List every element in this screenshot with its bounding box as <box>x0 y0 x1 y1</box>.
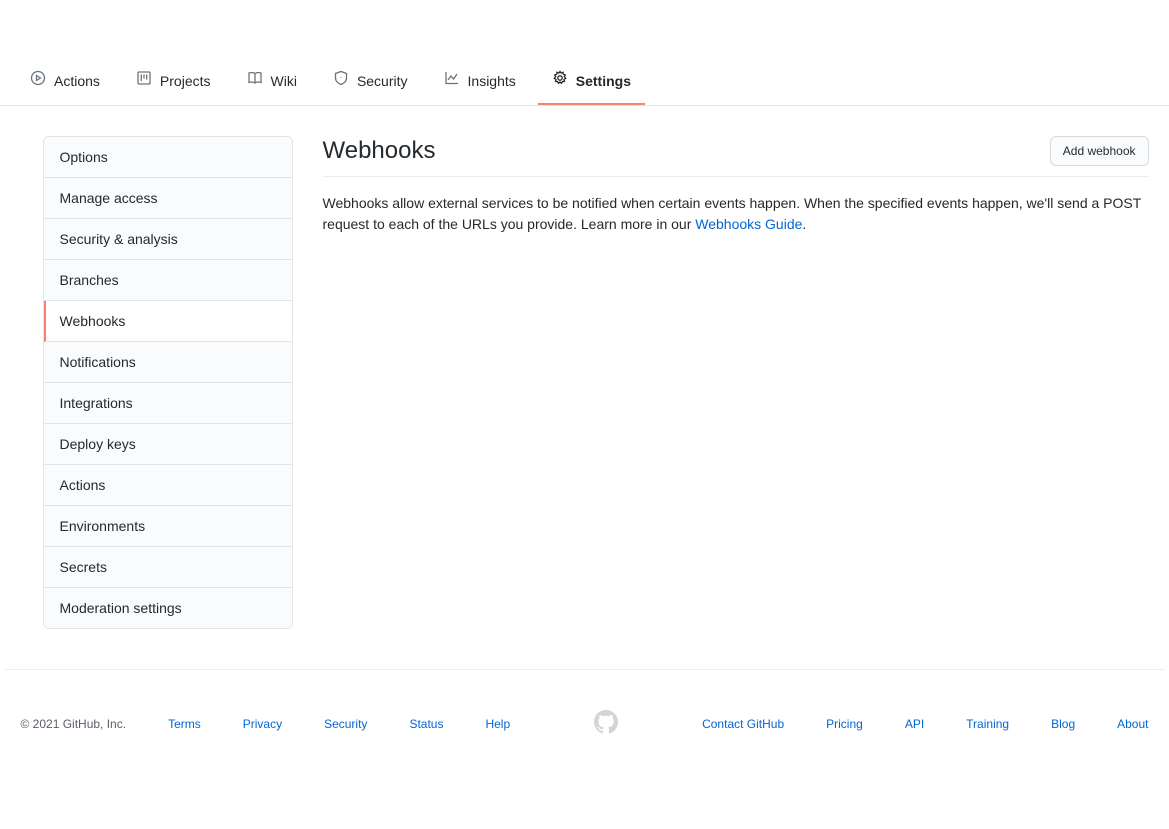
footer-link-about[interactable]: About <box>1117 717 1148 731</box>
description-suffix: . <box>802 216 806 232</box>
sidebar-item-security-analysis[interactable]: Security & analysis <box>44 219 292 260</box>
footer-link-status[interactable]: Status <box>409 717 443 731</box>
footer-link-terms[interactable]: Terms <box>168 717 201 731</box>
main-layout: Options Manage access Security & analysi… <box>5 106 1165 629</box>
kanban-icon <box>136 70 152 91</box>
tab-insights[interactable]: Insights <box>430 60 530 105</box>
book-icon <box>247 70 263 91</box>
sidebar-item-label: Secrets <box>60 559 107 575</box>
webhooks-description: Webhooks allow external services to be n… <box>323 193 1149 235</box>
sidebar-item-label: Deploy keys <box>60 436 136 452</box>
graph-icon <box>444 70 460 91</box>
sidebar-item-actions[interactable]: Actions <box>44 465 292 506</box>
sidebar-item-manage-access[interactable]: Manage access <box>44 178 292 219</box>
sidebar-item-options[interactable]: Options <box>44 137 292 178</box>
tab-label: Insights <box>468 71 516 91</box>
sidebar-item-label: Manage access <box>60 190 158 206</box>
footer-right: Contact GitHub Pricing API Training Blog… <box>702 717 1148 731</box>
repo-tab-nav: Actions Projects Wiki Security Insights … <box>0 60 1169 106</box>
sidebar-item-label: Security & analysis <box>60 231 178 247</box>
tab-label: Security <box>357 71 408 91</box>
site-footer: © 2021 GitHub, Inc. Terms Privacy Securi… <box>5 669 1165 787</box>
tab-label: Projects <box>160 71 211 91</box>
copyright-text: © 2021 GitHub, Inc. <box>21 717 127 731</box>
content-header: Webhooks Add webhook <box>323 136 1149 177</box>
sidebar-item-environments[interactable]: Environments <box>44 506 292 547</box>
gear-icon <box>552 70 568 91</box>
sidebar-item-label: Branches <box>60 272 119 288</box>
sidebar-item-label: Options <box>60 149 108 165</box>
sidebar-item-moderation[interactable]: Moderation settings <box>44 588 292 628</box>
sidebar-item-deploy-keys[interactable]: Deploy keys <box>44 424 292 465</box>
sidebar-item-label: Moderation settings <box>60 600 182 616</box>
footer-link-security[interactable]: Security <box>324 717 367 731</box>
footer-link-blog[interactable]: Blog <box>1051 717 1075 731</box>
footer-link-help[interactable]: Help <box>485 717 510 731</box>
play-icon <box>30 70 46 91</box>
sidebar-item-branches[interactable]: Branches <box>44 260 292 301</box>
sidebar-item-label: Webhooks <box>60 313 126 329</box>
footer-link-privacy[interactable]: Privacy <box>243 717 282 731</box>
tab-actions[interactable]: Actions <box>16 60 114 105</box>
sidebar-item-label: Environments <box>60 518 146 534</box>
add-webhook-button[interactable]: Add webhook <box>1050 136 1149 166</box>
sidebar-item-notifications[interactable]: Notifications <box>44 342 292 383</box>
footer-link-pricing[interactable]: Pricing <box>826 717 863 731</box>
github-logo-icon[interactable] <box>594 710 618 737</box>
content-area: Webhooks Add webhook Webhooks allow exte… <box>323 136 1149 629</box>
footer-link-contact[interactable]: Contact GitHub <box>702 717 784 731</box>
sidebar-item-label: Actions <box>60 477 106 493</box>
top-spacer <box>0 0 1169 60</box>
shield-icon <box>333 70 349 91</box>
webhooks-guide-link[interactable]: Webhooks Guide <box>695 216 802 232</box>
footer-left: © 2021 GitHub, Inc. Terms Privacy Securi… <box>21 717 511 731</box>
tab-settings[interactable]: Settings <box>538 60 645 105</box>
sidebar-item-integrations[interactable]: Integrations <box>44 383 292 424</box>
footer-link-training[interactable]: Training <box>966 717 1009 731</box>
tab-wiki[interactable]: Wiki <box>233 60 311 105</box>
settings-sidebar: Options Manage access Security & analysi… <box>43 136 293 629</box>
tab-label: Actions <box>54 71 100 91</box>
tab-label: Settings <box>576 71 631 91</box>
tab-label: Wiki <box>271 71 297 91</box>
footer-link-api[interactable]: API <box>905 717 924 731</box>
sidebar-item-label: Notifications <box>60 354 136 370</box>
sidebar-item-webhooks[interactable]: Webhooks <box>44 301 292 342</box>
tab-projects[interactable]: Projects <box>122 60 225 105</box>
sidebar-item-label: Integrations <box>60 395 133 411</box>
page-title: Webhooks <box>323 137 436 165</box>
tab-security[interactable]: Security <box>319 60 422 105</box>
sidebar-item-secrets[interactable]: Secrets <box>44 547 292 588</box>
